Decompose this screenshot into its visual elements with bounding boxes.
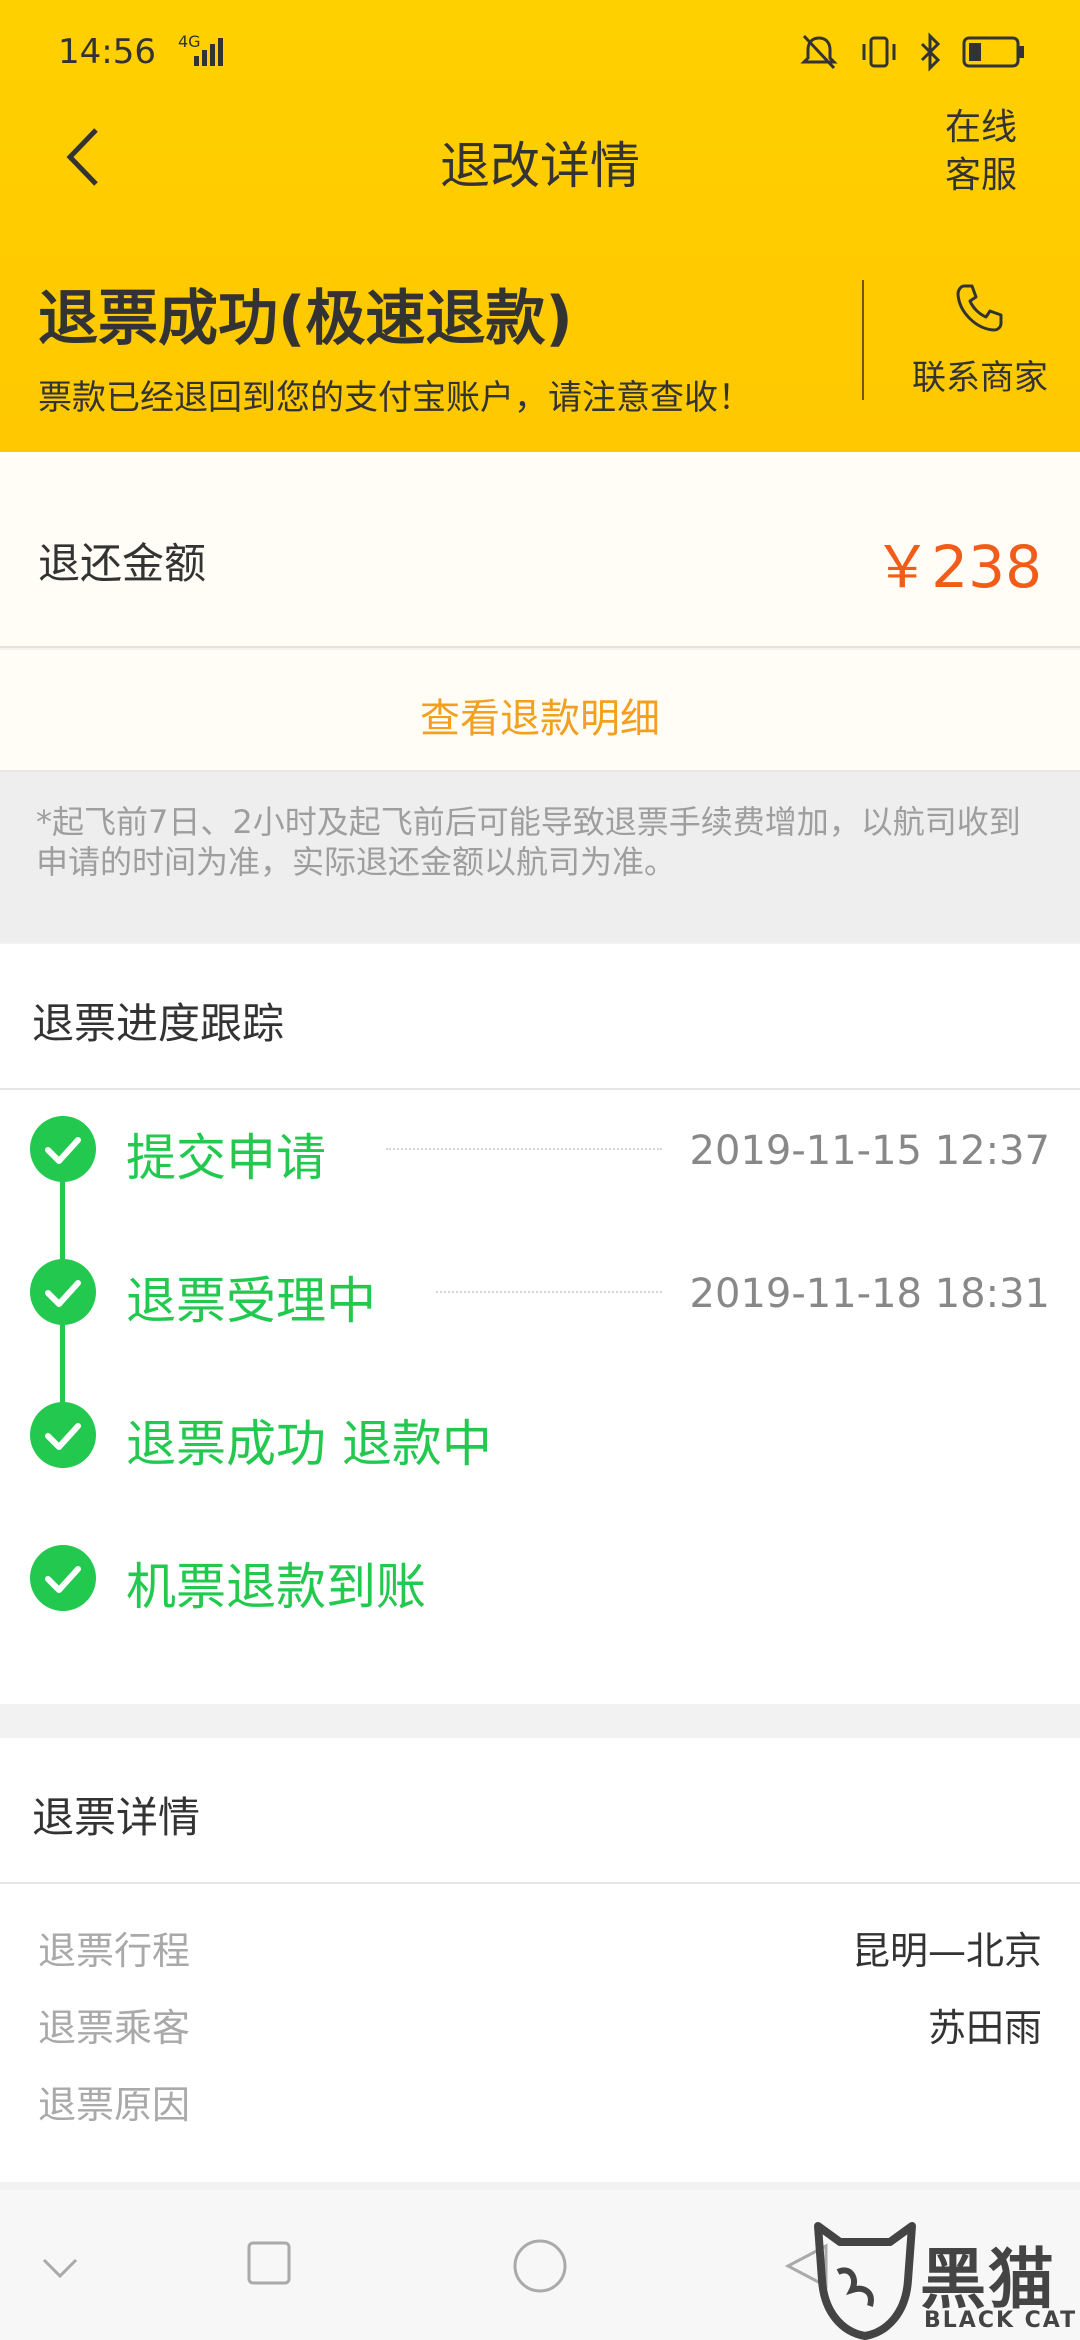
header-divider bbox=[862, 280, 864, 400]
refund-detail-link-row[interactable]: 查看退款明细 bbox=[0, 650, 1080, 772]
step-time: 2019-11-15 12:37 bbox=[689, 1128, 1050, 1174]
check-circle-icon bbox=[30, 1545, 96, 1611]
step-leader bbox=[386, 1148, 662, 1150]
chevron-down-icon[interactable] bbox=[40, 2254, 80, 2282]
refund-info-row: 退票乘客 苏田雨 bbox=[0, 1987, 1080, 2057]
refund-status-subtitle: 票款已经退回到您的支付宝账户，请注意查收！ bbox=[38, 378, 752, 418]
check-circle-icon bbox=[30, 1402, 96, 1468]
refund-detail-title: 退票详情 bbox=[32, 1793, 201, 1842]
step-label: 机票退款到账 bbox=[126, 1558, 426, 1616]
vibrate-icon bbox=[862, 36, 896, 68]
refund-detail-screen: 14:56 4G 退改详情 在线 客服 退票成功(极速退款) 票款已经退回到您的… bbox=[0, 0, 1080, 2340]
page-title: 退改详情 bbox=[440, 137, 640, 195]
contact-merchant-button[interactable]: 联系商家 bbox=[890, 280, 1070, 399]
progress-header: 退票进度跟踪 bbox=[0, 944, 1080, 1090]
refund-amount-value: ￥238 bbox=[873, 533, 1042, 601]
battery-icon bbox=[962, 36, 1024, 68]
timeline-step: 机票退款到账 bbox=[0, 1533, 1080, 1623]
status-icons bbox=[798, 30, 1026, 74]
step-leader bbox=[436, 1291, 662, 1293]
home-icon[interactable] bbox=[512, 2238, 568, 2294]
timeline-step: 退票受理中 2019-11-18 18:31 bbox=[0, 1247, 1080, 1337]
step-label: 退票受理中 bbox=[126, 1272, 376, 1330]
timeline-step: 提交申请 2019-11-15 12:37 bbox=[0, 1104, 1080, 1194]
status-time: 14:56 bbox=[58, 32, 156, 72]
timeline-step: 退票成功 退款中 bbox=[0, 1390, 1080, 1480]
mute-icon bbox=[800, 34, 838, 70]
step-time: 2019-11-18 18:31 bbox=[689, 1271, 1050, 1317]
refund-info-key: 退票乘客 bbox=[38, 2006, 191, 2050]
refund-notice: *起飞前7日、2小时及起飞前后可能导致退票手续费增加，以航司收到申请的时间为准，… bbox=[0, 772, 1080, 942]
refund-progress-card: 退票进度跟踪 提交申请 2019-11-15 12:37 退票受理中 2019-… bbox=[0, 944, 1080, 1704]
bluetooth-icon bbox=[920, 32, 941, 72]
refund-amount-row: 退还金额 ￥238 bbox=[0, 452, 1080, 648]
view-refund-detail-link[interactable]: 查看退款明细 bbox=[420, 686, 660, 744]
recent-apps-icon[interactable] bbox=[246, 2240, 292, 2286]
progress-title: 退票进度跟踪 bbox=[32, 999, 285, 1048]
refund-info-key: 退票原因 bbox=[38, 2083, 191, 2127]
refund-amount-label: 退还金额 bbox=[38, 539, 207, 588]
online-service-button[interactable]: 在线 客服 bbox=[936, 104, 1026, 200]
black-cat-watermark: 黑猫 BLACK CAT bbox=[800, 2220, 1080, 2340]
watermark-en: BLACK CAT bbox=[924, 2308, 1078, 2333]
refund-detail-card: 退票详情 退票行程 昆明—北京 退票乘客 苏田雨 退票原因 bbox=[0, 1738, 1080, 2182]
contact-merchant-label: 联系商家 bbox=[912, 358, 1048, 398]
refund-status-title: 退票成功(极速退款) bbox=[38, 284, 573, 354]
refund-info-value: 昆明—北京 bbox=[851, 1929, 1042, 1973]
check-circle-icon bbox=[30, 1116, 96, 1182]
service-label-line1: 在线 bbox=[944, 107, 1017, 148]
step-label: 退票成功 退款中 bbox=[126, 1415, 492, 1473]
status-bar: 14:56 4G bbox=[0, 0, 1080, 104]
step-label: 提交申请 bbox=[126, 1129, 326, 1187]
nav-bar: 退改详情 在线 客服 bbox=[0, 104, 1080, 254]
refund-info-key: 退票行程 bbox=[38, 1929, 191, 1973]
check-circle-icon bbox=[30, 1259, 96, 1325]
refund-info-row: 退票行程 昆明—北京 bbox=[0, 1910, 1080, 1980]
signal-icon bbox=[194, 38, 223, 66]
refund-status-header: 14:56 4G 退改详情 在线 客服 退票成功(极速退款) 票款已经退回到您的… bbox=[0, 0, 1080, 452]
refund-info-row: 退票原因 bbox=[0, 2064, 1080, 2134]
black-cat-logo-icon bbox=[814, 2222, 916, 2340]
phone-icon bbox=[956, 284, 1003, 332]
refund-detail-header: 退票详情 bbox=[0, 1738, 1080, 1884]
refund-info-value: 苏田雨 bbox=[927, 2006, 1042, 2050]
progress-timeline: 提交申请 2019-11-15 12:37 退票受理中 2019-11-18 1… bbox=[0, 1090, 1080, 1650]
refund-notice-text: *起飞前7日、2小时及起飞前后可能导致退票手续费增加，以航司收到申请的时间为准，… bbox=[36, 803, 1021, 881]
service-label-line2: 客服 bbox=[944, 155, 1017, 196]
